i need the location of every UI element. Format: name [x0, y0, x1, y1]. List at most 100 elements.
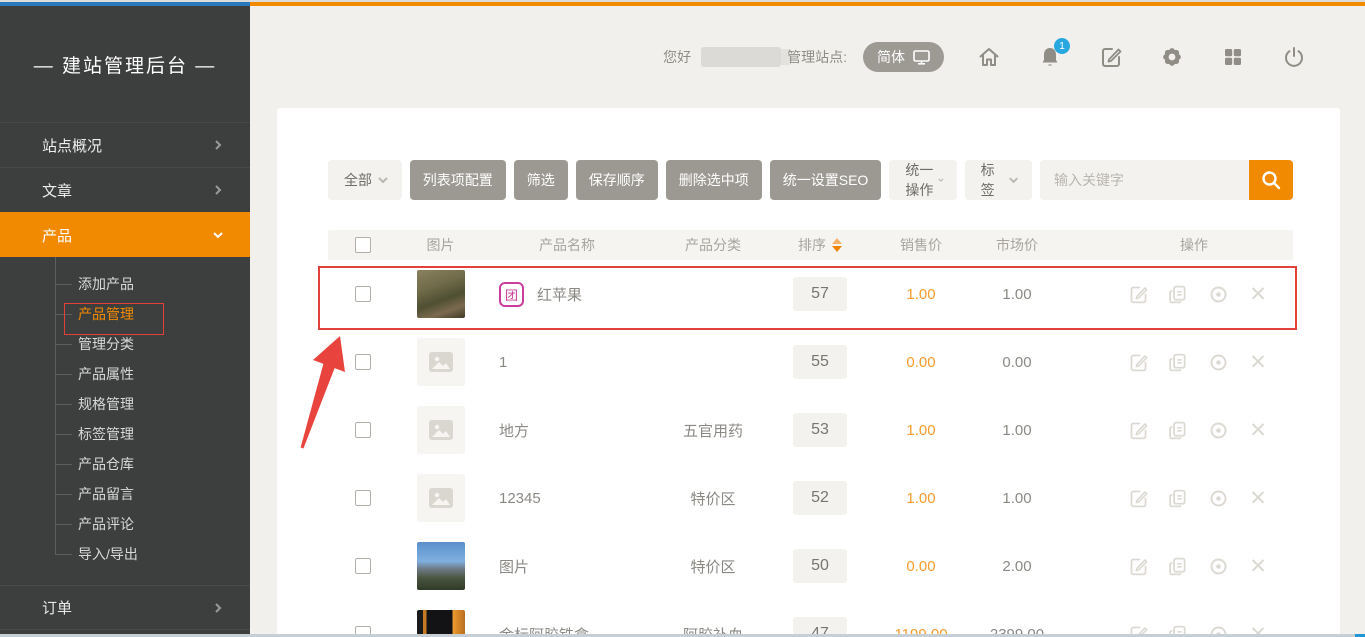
preview-button[interactable] — [1207, 555, 1229, 577]
row-checkbox[interactable] — [355, 286, 371, 302]
product-thumbnail[interactable] — [417, 542, 465, 590]
image-placeholder-icon — [429, 420, 453, 440]
topbar: 您好 管理站点: 简体 — [250, 6, 1365, 108]
preview-button[interactable] — [1207, 419, 1229, 441]
copy-button[interactable] — [1167, 351, 1189, 373]
table-row: 地方 五官用药 53 1.00 1.00 ✕ — [328, 396, 1293, 464]
column-header-image: 图片 — [398, 235, 483, 255]
row-checkbox[interactable] — [355, 490, 371, 506]
manage-site-label: 管理站点: — [787, 47, 847, 67]
sort-arrows-icon[interactable] — [832, 238, 842, 252]
submenu-item-spec-management[interactable]: 规格管理 — [0, 389, 250, 419]
delete-button[interactable]: ✕ — [1247, 555, 1269, 577]
delete-button[interactable]: ✕ — [1247, 351, 1269, 373]
submenu-item-product-messages[interactable]: 产品留言 — [0, 479, 250, 509]
filter-button[interactable]: 筛选 — [514, 160, 568, 200]
product-name[interactable]: 12345 — [499, 490, 541, 507]
logout-button[interactable] — [1281, 44, 1307, 70]
sort-value[interactable]: 57 — [793, 277, 847, 311]
market-price: 0.00 — [977, 354, 1057, 371]
apps-grid-button[interactable] — [1220, 44, 1246, 70]
delete-button[interactable]: ✕ — [1247, 419, 1269, 441]
edit-button[interactable] — [1127, 419, 1149, 441]
save-order-button[interactable]: 保存顺序 — [576, 160, 658, 200]
product-thumbnail[interactable] — [417, 270, 465, 318]
row-checkbox[interactable] — [355, 422, 371, 438]
submenu-item-tag-management[interactable]: 标签管理 — [0, 419, 250, 449]
app-title: — 建站管理后台 — — [0, 6, 250, 122]
delete-selected-button[interactable]: 删除选中项 — [666, 160, 762, 200]
submenu-item-product-attributes[interactable]: 产品属性 — [0, 359, 250, 389]
product-category: 五官用药 — [651, 420, 775, 441]
edit-site-button[interactable] — [1098, 44, 1124, 70]
sale-price: 0.00 — [865, 354, 977, 371]
greeting-label: 您好 — [663, 47, 691, 67]
market-price: 1.00 — [977, 490, 1057, 507]
row-actions: ✕ — [1057, 419, 1293, 441]
preview-button[interactable] — [1207, 351, 1229, 373]
product-name[interactable]: 1 — [499, 354, 507, 371]
sidebar-item-site-overview[interactable]: 站点概况 — [0, 122, 250, 167]
preview-button[interactable] — [1207, 283, 1229, 305]
submenu-item-add-product[interactable]: 添加产品 — [0, 269, 250, 299]
grid-icon — [1221, 45, 1245, 69]
settings-button[interactable] — [1159, 44, 1185, 70]
column-header-market-price: 市场价 — [977, 235, 1057, 255]
delete-button[interactable]: ✕ — [1247, 487, 1269, 509]
notifications-button[interactable]: 1 — [1037, 44, 1063, 70]
sidebar-item-products[interactable]: 产品 — [0, 212, 250, 257]
copy-button[interactable] — [1167, 419, 1189, 441]
product-thumbnail-placeholder[interactable] — [417, 338, 465, 386]
gear-icon — [1160, 45, 1184, 69]
submenu-item-manage-categories[interactable]: 管理分类 — [0, 329, 250, 359]
delete-button[interactable]: ✕ — [1247, 283, 1269, 305]
submenu-item-product-reviews[interactable]: 产品评论 — [0, 509, 250, 539]
table-row: 1 55 0.00 0.00 ✕ — [328, 328, 1293, 396]
notification-badge: 1 — [1054, 38, 1070, 54]
edit-button[interactable] — [1127, 351, 1149, 373]
sort-value[interactable]: 52 — [793, 481, 847, 515]
category-filter-dropdown[interactable]: 全部 — [328, 160, 402, 200]
sort-value[interactable]: 55 — [793, 345, 847, 379]
select-all-checkbox[interactable] — [355, 237, 371, 253]
list-config-button[interactable]: 列表项配置 — [410, 160, 506, 200]
copy-button[interactable] — [1167, 283, 1189, 305]
sidebar-item-articles[interactable]: 文章 — [0, 167, 250, 212]
sidebar-item-label: 站点概况 — [42, 135, 102, 156]
row-checkbox[interactable] — [355, 354, 371, 370]
edit-button[interactable] — [1127, 283, 1149, 305]
chevron-down-icon — [212, 229, 224, 241]
group-buy-badge: 团 — [499, 282, 524, 307]
row-checkbox[interactable] — [355, 558, 371, 574]
column-header-sort[interactable]: 排序 — [775, 235, 865, 255]
submenu-item-product-warehouse[interactable]: 产品仓库 — [0, 449, 250, 479]
language-switch-button[interactable]: 简体 — [863, 42, 944, 72]
edit-icon — [1099, 45, 1123, 69]
edit-button[interactable] — [1127, 555, 1149, 577]
copy-button[interactable] — [1167, 487, 1189, 509]
sidebar-item-orders[interactable]: 订单 — [0, 585, 250, 630]
sort-value[interactable]: 53 — [793, 413, 847, 447]
copy-button[interactable] — [1167, 555, 1189, 577]
submenu-item-product-management[interactable]: 产品管理 — [0, 299, 250, 329]
product-name[interactable]: 地方 — [499, 420, 529, 441]
home-button[interactable] — [976, 44, 1002, 70]
batch-operation-dropdown[interactable]: 统一操作 — [889, 160, 956, 200]
image-placeholder-icon — [429, 488, 453, 508]
product-thumbnail[interactable] — [417, 610, 465, 637]
product-name[interactable]: 图片 — [499, 556, 529, 577]
search-button[interactable] — [1249, 160, 1293, 200]
submenu-item-import-export[interactable]: 导入/导出 — [0, 539, 250, 569]
product-thumbnail-placeholder[interactable] — [417, 406, 465, 454]
redacted-username — [701, 47, 781, 67]
column-header-sale-price: 销售价 — [865, 235, 977, 255]
preview-button[interactable] — [1207, 487, 1229, 509]
edit-button[interactable] — [1127, 487, 1149, 509]
sort-value[interactable]: 50 — [793, 549, 847, 583]
seo-settings-button[interactable]: 统一设置SEO — [770, 160, 882, 200]
search-input[interactable] — [1040, 160, 1249, 200]
table-row: 金标阿胶铁盒 阿胶补血 47 1199.00 2399.00 ✕ — [328, 600, 1293, 637]
product-name[interactable]: 红苹果 — [537, 284, 582, 305]
product-thumbnail-placeholder[interactable] — [417, 474, 465, 522]
tag-dropdown[interactable]: 标签 — [965, 160, 1032, 200]
